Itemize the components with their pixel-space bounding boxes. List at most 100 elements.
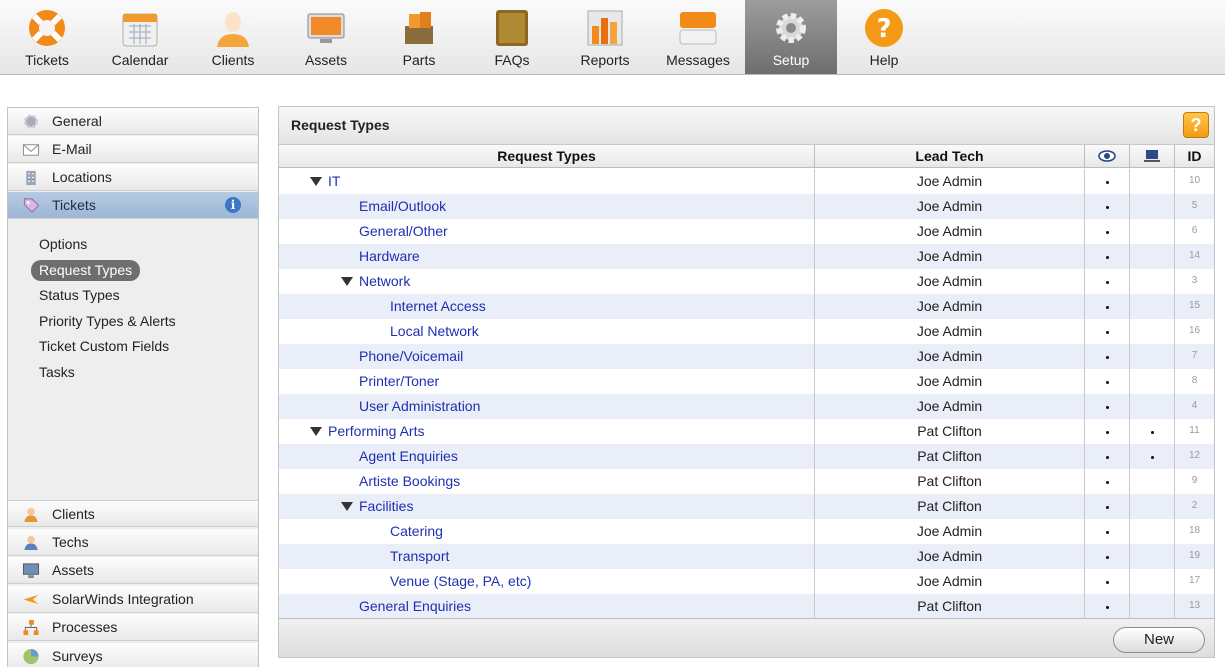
request-type-link[interactable]: Local Network: [390, 319, 479, 343]
visible-cell: [1085, 244, 1130, 269]
subnav-tasks[interactable]: Tasks: [31, 362, 83, 383]
table-row[interactable]: Venue (Stage, PA, etc) Joe Admin 17: [279, 569, 1214, 594]
toolbar-label: Parts: [402, 52, 436, 68]
column-header-visible[interactable]: [1085, 145, 1130, 168]
toolbar-reports[interactable]: Reports: [559, 0, 651, 74]
request-type-link[interactable]: General/Other: [359, 219, 448, 243]
subnav-priority-types[interactable]: Priority Types & Alerts: [31, 311, 184, 332]
id-cell: 12: [1188, 450, 1201, 461]
table-row[interactable]: General Enquiries Pat Clifton 13: [279, 594, 1214, 619]
column-header-tech-only[interactable]: [1130, 145, 1175, 168]
lead-tech-cell: Joe Admin: [815, 319, 1085, 344]
request-type-cell: Artiste Bookings: [279, 469, 815, 494]
table-row[interactable]: Performing Arts Pat Clifton 11: [279, 419, 1214, 444]
column-header-lead-tech[interactable]: Lead Tech: [815, 145, 1085, 168]
toolbar-messages[interactable]: Messages: [652, 0, 744, 74]
toolbar-faqs[interactable]: FAQs: [466, 0, 558, 74]
request-type-cell: Local Network: [279, 319, 815, 344]
table-row[interactable]: User Administration Joe Admin 4: [279, 394, 1214, 419]
tech-only-cell: [1130, 169, 1175, 194]
toolbar-label: Calendar: [111, 52, 169, 68]
sidebar-item-clients[interactable]: Clients: [8, 500, 258, 527]
table-row[interactable]: Artiste Bookings Pat Clifton 9: [279, 469, 1214, 494]
table-row[interactable]: General/Other Joe Admin 6: [279, 219, 1214, 244]
collapse-triangle-icon[interactable]: [310, 177, 322, 186]
collapse-triangle-icon[interactable]: [310, 427, 322, 436]
gear-icon: [776, 13, 806, 43]
request-type-link[interactable]: User Administration: [359, 394, 480, 418]
request-type-link[interactable]: Performing Arts: [328, 419, 424, 443]
request-type-link[interactable]: Printer/Toner: [359, 369, 439, 393]
help-icon: ?: [865, 9, 903, 47]
toolbar-label: FAQs: [494, 52, 530, 68]
help-button[interactable]: ?: [1183, 112, 1209, 138]
request-type-link[interactable]: Network: [359, 269, 410, 293]
request-type-link[interactable]: Email/Outlook: [359, 194, 446, 218]
new-button[interactable]: New: [1113, 627, 1205, 653]
sidebar-item-surveys[interactable]: Surveys: [8, 643, 258, 667]
table-row[interactable]: Network Joe Admin 3: [279, 269, 1214, 294]
visible-dot: [1105, 530, 1109, 534]
request-type-link[interactable]: Hardware: [359, 244, 420, 268]
request-type-link[interactable]: Catering: [390, 519, 443, 543]
tech-only-cell: [1130, 294, 1175, 319]
sidebar-item-label: General: [52, 113, 102, 129]
request-type-cell: General Enquiries: [279, 594, 815, 619]
table-row[interactable]: Printer/Toner Joe Admin 8: [279, 369, 1214, 394]
table-row[interactable]: Agent Enquiries Pat Clifton 12: [279, 444, 1214, 469]
request-type-link[interactable]: Phone/Voicemail: [359, 344, 463, 368]
toolbar-setup[interactable]: Setup: [745, 0, 837, 74]
column-header-id[interactable]: ID: [1175, 145, 1214, 168]
request-type-link[interactable]: IT: [328, 169, 340, 193]
request-type-link[interactable]: Agent Enquiries: [359, 444, 458, 468]
tech-only-cell: [1130, 469, 1175, 494]
id-cell: 9: [1191, 475, 1198, 486]
info-icon[interactable]: i: [225, 197, 241, 213]
request-type-link[interactable]: General Enquiries: [359, 594, 471, 618]
table-row[interactable]: Hardware Joe Admin 14: [279, 244, 1214, 269]
id-cell: 4: [1191, 400, 1198, 411]
clients-icon: [24, 507, 38, 523]
tech-only-cell: [1130, 519, 1175, 544]
toolbar-tickets[interactable]: Tickets: [1, 0, 93, 74]
request-type-cell: Transport: [279, 544, 815, 569]
subnav-options[interactable]: Options: [31, 234, 95, 255]
table-row[interactable]: Transport Joe Admin 19: [279, 544, 1214, 569]
table-row[interactable]: Phone/Voicemail Joe Admin 7: [279, 344, 1214, 369]
table-row[interactable]: Internet Access Joe Admin 15: [279, 294, 1214, 319]
panel-footer: New: [279, 618, 1214, 657]
request-type-link[interactable]: Facilities: [359, 494, 413, 518]
table-row[interactable]: Catering Joe Admin 18: [279, 519, 1214, 544]
request-type-link[interactable]: Artiste Bookings: [359, 469, 460, 493]
collapse-triangle-icon[interactable]: [341, 277, 353, 286]
sidebar-item-assets[interactable]: Assets: [8, 557, 258, 584]
request-type-link[interactable]: Internet Access: [390, 294, 486, 318]
table-row[interactable]: Email/Outlook Joe Admin 5: [279, 194, 1214, 219]
table-row[interactable]: Facilities Pat Clifton 2: [279, 494, 1214, 519]
sidebar-item-techs[interactable]: Techs: [8, 529, 258, 556]
sidebar-item-processes[interactable]: Processes: [8, 614, 258, 641]
table-row[interactable]: Local Network Joe Admin 16: [279, 319, 1214, 344]
sidebar-item-locations[interactable]: Locations: [8, 164, 258, 191]
toolbar-clients[interactable]: Clients: [187, 0, 279, 74]
request-type-link[interactable]: Venue (Stage, PA, etc): [390, 569, 531, 593]
subnav-status-types[interactable]: Status Types: [31, 285, 128, 306]
visible-cell: [1085, 169, 1130, 194]
toolbar-calendar[interactable]: Calendar: [94, 0, 186, 74]
request-type-link[interactable]: Transport: [390, 544, 449, 568]
sidebar-item-tickets[interactable]: Tickets i: [8, 192, 258, 219]
sidebar-item-solarwinds[interactable]: SolarWinds Integration: [8, 586, 258, 613]
table-row[interactable]: IT Joe Admin 10: [279, 169, 1214, 194]
subnav-ticket-custom-fields[interactable]: Ticket Custom Fields: [31, 336, 177, 357]
toolbar-assets[interactable]: Assets: [280, 0, 372, 74]
collapse-triangle-icon[interactable]: [341, 502, 353, 511]
visible-cell: [1085, 569, 1130, 594]
sidebar-item-email[interactable]: E-Mail: [8, 136, 258, 163]
toolbar-help[interactable]: ? Help: [838, 0, 930, 74]
column-header-request-types[interactable]: Request Types: [279, 145, 815, 168]
subnav-request-types[interactable]: Request Types: [31, 260, 141, 281]
sidebar-item-label: Techs: [52, 534, 89, 550]
sidebar-item-general[interactable]: General: [8, 108, 258, 135]
toolbar-parts[interactable]: Parts: [373, 0, 465, 74]
tech-only-cell: [1130, 569, 1175, 594]
